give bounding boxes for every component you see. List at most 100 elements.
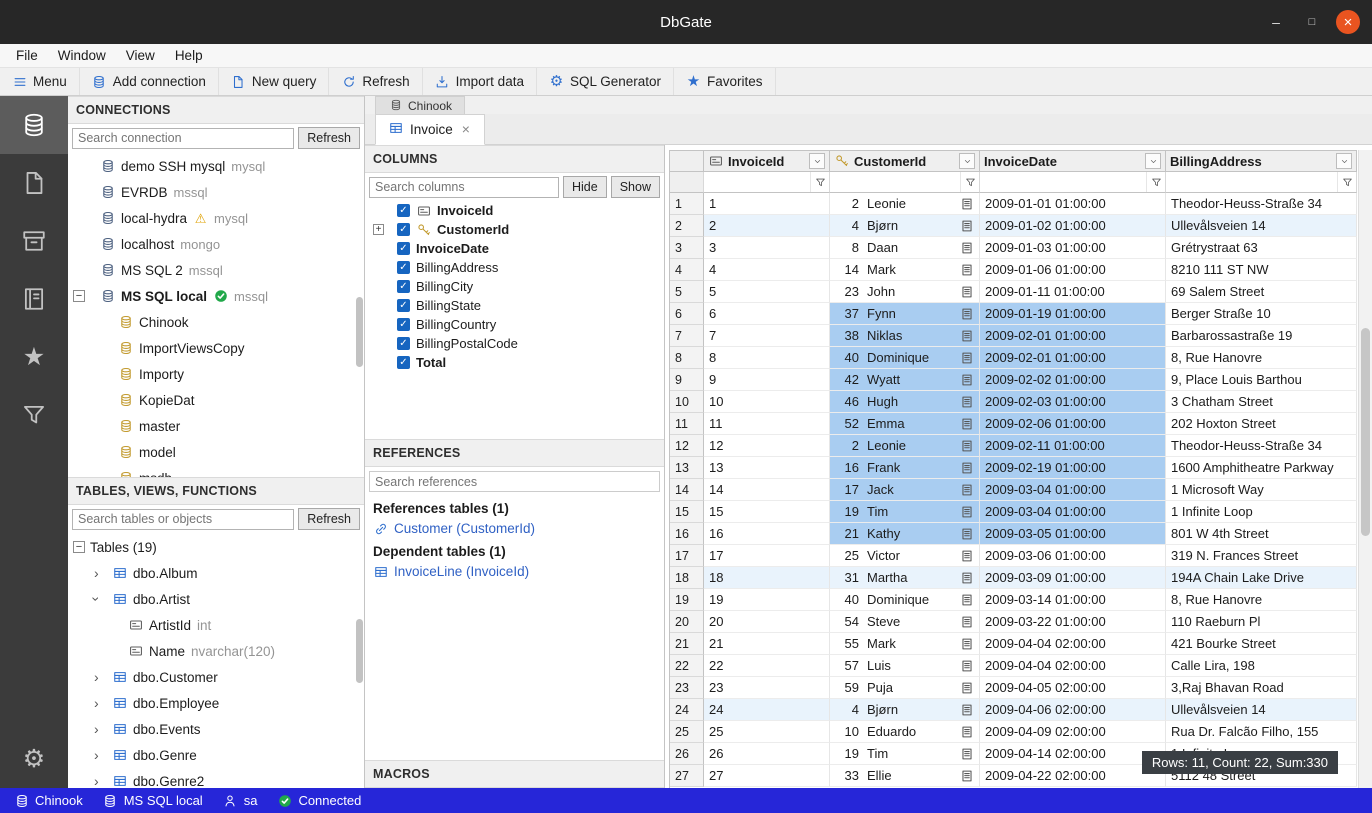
row-number[interactable]: 7 (670, 325, 704, 347)
tab-group-chinook[interactable]: Chinook (375, 96, 465, 114)
grid-scrollbar[interactable] (1358, 150, 1372, 788)
maximize-button[interactable]: □ (1300, 10, 1324, 34)
cell-invoice-date[interactable]: 2009-03-04 01:00:00 (980, 501, 1166, 523)
open-reference-icon[interactable] (959, 394, 974, 409)
toolbar-add-connection-button[interactable]: Add connection (80, 68, 219, 95)
expand-chevron-icon[interactable]: › (94, 721, 99, 737)
cell-invoice-date[interactable]: 2009-01-03 01:00:00 (980, 237, 1166, 259)
row-number[interactable]: 26 (670, 743, 704, 765)
open-reference-icon[interactable] (959, 680, 974, 695)
cell-invoice-id[interactable]: 15 (704, 501, 830, 523)
cell-invoice-id[interactable]: 11 (704, 413, 830, 435)
open-reference-icon[interactable] (959, 306, 974, 321)
toolbar-sql-generator-button[interactable]: ⚙SQL Generator (537, 68, 674, 95)
toolbar-refresh-button[interactable]: Refresh (329, 68, 422, 95)
cell-invoice-date[interactable]: 2009-01-06 01:00:00 (980, 259, 1166, 281)
open-reference-icon[interactable] (959, 702, 974, 717)
filter-menu-button[interactable] (1146, 172, 1165, 192)
open-reference-icon[interactable] (959, 240, 974, 255)
open-reference-icon[interactable] (959, 746, 974, 761)
row-number[interactable]: 27 (670, 765, 704, 787)
column-header-invoicedate[interactable]: InvoiceDate (980, 150, 1166, 172)
reference-link-customer-customerid-[interactable]: Customer (CustomerId) (365, 518, 664, 539)
open-reference-icon[interactable] (959, 658, 974, 673)
checkbox[interactable]: ✓ (397, 242, 410, 255)
row-number[interactable]: 6 (670, 303, 704, 325)
cell-customer-id[interactable]: 4Bjørn (830, 215, 980, 237)
cell-invoice-id[interactable]: 26 (704, 743, 830, 765)
tables-refresh-button[interactable]: Refresh (298, 508, 360, 530)
checkbox[interactable]: ✓ (397, 337, 410, 350)
cell-invoice-date[interactable]: 2009-03-06 01:00:00 (980, 545, 1166, 567)
cell-customer-id[interactable]: 33Ellie (830, 765, 980, 787)
database-importy[interactable]: Importy (68, 361, 364, 387)
cell-invoice-id[interactable]: 10 (704, 391, 830, 413)
filter-input-billingaddress[interactable] (1166, 175, 1337, 189)
column-header-invoiceid[interactable]: InvoiceId (704, 150, 830, 172)
row-number[interactable]: 23 (670, 677, 704, 699)
open-reference-icon[interactable] (959, 592, 974, 607)
cell-billing-address[interactable]: 8, Rue Hanovre (1166, 347, 1357, 369)
reference-link-invoiceline-invoiceid-[interactable]: InvoiceLine (InvoiceId) (365, 561, 664, 582)
open-reference-icon[interactable] (959, 284, 974, 299)
connection-ms-sql-local[interactable]: −MS SQL localmssql (68, 283, 364, 309)
cell-invoice-date[interactable]: 2009-04-14 02:00:00 (980, 743, 1166, 765)
cell-billing-address[interactable]: Ullevålsveien 14 (1166, 699, 1357, 721)
column-toggle-billingcountry[interactable]: ✓BillingCountry (365, 315, 664, 334)
toolbar-import-data-button[interactable]: Import data (423, 68, 537, 95)
cell-customer-id[interactable]: 17Jack (830, 479, 980, 501)
cell-invoice-id[interactable]: 14 (704, 479, 830, 501)
cell-customer-id[interactable]: 38Niklas (830, 325, 980, 347)
cell-customer-id[interactable]: 40Dominique (830, 347, 980, 369)
sidebar-connections-button[interactable] (0, 96, 68, 154)
row-number[interactable]: 9 (670, 369, 704, 391)
column-toggle-invoicedate[interactable]: ✓InvoiceDate (365, 239, 664, 258)
tree-expander[interactable]: − (73, 290, 85, 302)
cell-billing-address[interactable]: Barbarossastraße 19 (1166, 325, 1357, 347)
toolbar-new-query-button[interactable]: New query (219, 68, 330, 95)
column-toggle-invoiceid[interactable]: ✓InvoiceId (365, 201, 664, 220)
cell-customer-id[interactable]: 59Puja (830, 677, 980, 699)
menu-window[interactable]: Window (48, 46, 116, 65)
row-number[interactable]: 4 (670, 259, 704, 281)
open-reference-icon[interactable] (959, 196, 974, 211)
tree-expander[interactable]: − (73, 541, 85, 553)
cell-billing-address[interactable]: Rua Dr. Falcão Filho, 155 (1166, 721, 1357, 743)
database-importviewscopy[interactable]: ImportViewsCopy (68, 335, 364, 361)
cell-customer-id[interactable]: 57Luis (830, 655, 980, 677)
cell-billing-address[interactable]: 801 W 4th Street (1166, 523, 1357, 545)
filter-menu-button[interactable] (1337, 172, 1356, 192)
row-number[interactable]: 25 (670, 721, 704, 743)
cell-invoice-id[interactable]: 18 (704, 567, 830, 589)
row-number[interactable]: 22 (670, 655, 704, 677)
checkbox[interactable]: ✓ (397, 204, 410, 217)
column-toggle-billingstate[interactable]: ✓BillingState (365, 296, 664, 315)
toolbar-favorites-button[interactable]: ★Favorites (674, 68, 776, 95)
cell-customer-id[interactable]: 14Mark (830, 259, 980, 281)
cell-customer-id[interactable]: 37Fynn (830, 303, 980, 325)
cell-invoice-date[interactable]: 2009-02-06 01:00:00 (980, 413, 1166, 435)
cell-invoice-id[interactable]: 20 (704, 611, 830, 633)
cell-invoice-id[interactable]: 4 (704, 259, 830, 281)
menu-file[interactable]: File (6, 46, 48, 65)
cell-invoice-date[interactable]: 2009-02-01 01:00:00 (980, 347, 1166, 369)
expand-chevron-icon[interactable]: › (88, 597, 104, 602)
cell-billing-address[interactable]: 1 Infinite Loop (1166, 501, 1357, 523)
row-number[interactable]: 24 (670, 699, 704, 721)
close-button[interactable]: × (1336, 10, 1360, 34)
cell-invoice-date[interactable]: 2009-03-14 01:00:00 (980, 589, 1166, 611)
open-reference-icon[interactable] (959, 262, 974, 277)
cell-billing-address[interactable]: Ullevålsveien 14 (1166, 215, 1357, 237)
cell-customer-id[interactable]: 25Victor (830, 545, 980, 567)
cell-invoice-id[interactable]: 12 (704, 435, 830, 457)
expand-chevron-icon[interactable]: › (94, 773, 99, 789)
cell-invoice-id[interactable]: 5 (704, 281, 830, 303)
table-item-dbo-genre2[interactable]: ›dbo.Genre2 (68, 768, 364, 794)
column-item-name[interactable]: Namenvarchar(120) (68, 638, 364, 664)
filter-input-customerid[interactable] (830, 175, 960, 189)
cell-invoice-id[interactable]: 6 (704, 303, 830, 325)
grid-corner-cell[interactable] (670, 150, 704, 172)
cell-customer-id[interactable]: 52Emma (830, 413, 980, 435)
cell-invoice-id[interactable]: 3 (704, 237, 830, 259)
open-reference-icon[interactable] (959, 328, 974, 343)
